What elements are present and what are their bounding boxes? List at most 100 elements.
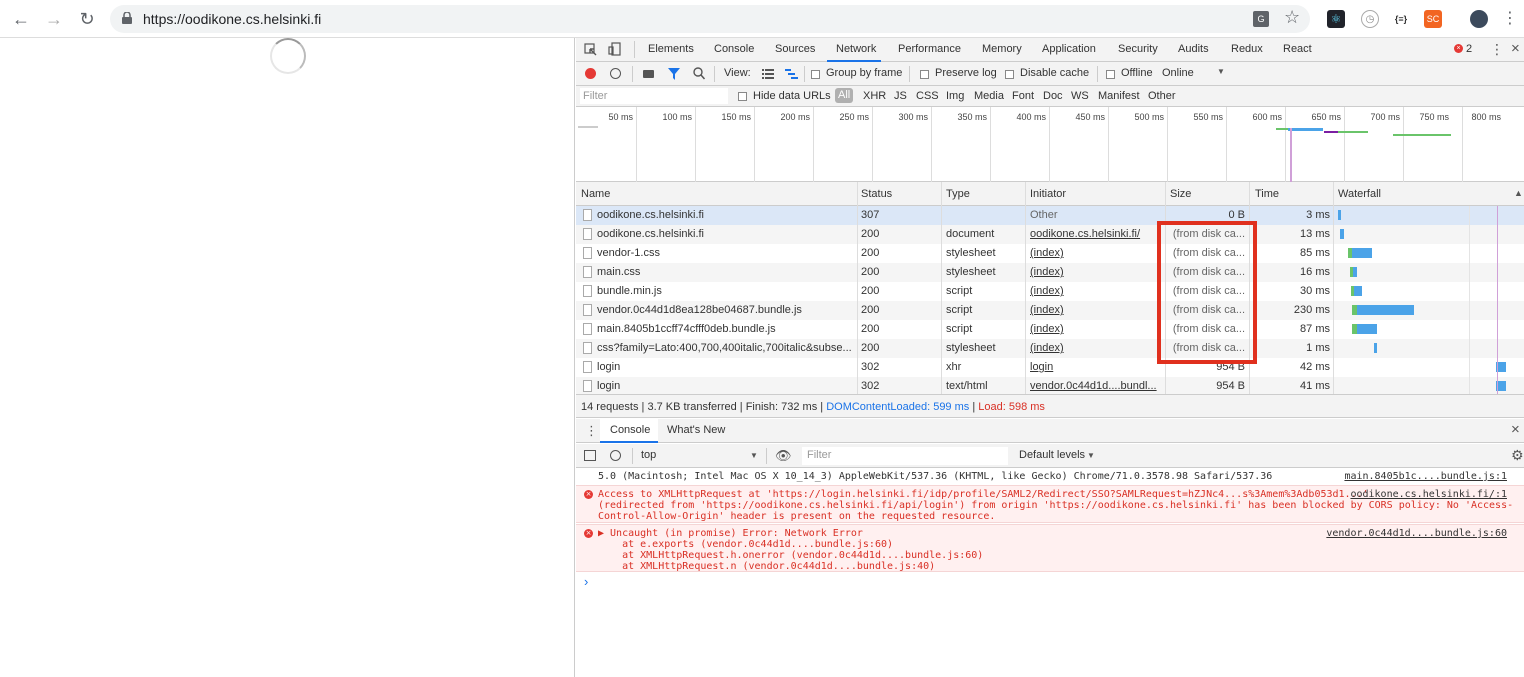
tab-console[interactable]: Console [714, 43, 754, 55]
tab-memory[interactable]: Memory [982, 43, 1022, 55]
table-row[interactable]: main.8405b1ccff74cfff0deb.bundle.js 200 sc… [576, 320, 1524, 339]
col-size[interactable]: Size [1170, 188, 1191, 200]
chevron-down-icon[interactable]: ▼ [750, 451, 758, 460]
camera-icon[interactable] [643, 70, 654, 78]
tab-sources[interactable]: Sources [775, 43, 815, 55]
type-filter-other[interactable]: Other [1148, 90, 1176, 102]
context-select[interactable]: top [641, 449, 656, 461]
cell-initiator[interactable]: (index) [1030, 323, 1162, 335]
tab-security[interactable]: Security [1118, 43, 1158, 55]
tab-redux[interactable]: Redux [1231, 43, 1263, 55]
cell-initiator[interactable]: vendor.0c44d1d....bundl... [1030, 380, 1162, 392]
forward-icon[interactable]: → [43, 8, 65, 30]
table-row[interactable]: css?family=Lato:400,700,400italic,700ita… [576, 339, 1524, 358]
react-icon[interactable]: ⚛ [1327, 10, 1345, 28]
console-text[interactable]: ▶ Uncaught (in promise) Error: Network E… [598, 528, 863, 539]
waterfall-view-icon[interactable] [785, 69, 798, 79]
col-time[interactable]: Time [1255, 188, 1279, 200]
close-drawer-icon[interactable]: × [1511, 421, 1520, 438]
tab-network[interactable]: Network [836, 43, 876, 55]
sort-up-icon[interactable]: ▲ [1514, 188, 1523, 198]
table-row[interactable]: main.css 200 stylesheet (index) (from disk c… [576, 263, 1524, 282]
tab-react[interactable]: React [1283, 43, 1312, 55]
menu-icon[interactable]: ⋮ [1499, 8, 1521, 30]
error-count[interactable]: 2 [1466, 43, 1472, 55]
filter-icon[interactable] [668, 68, 680, 80]
timer-icon[interactable]: ◷ [1361, 10, 1379, 28]
drawer-tab-whats-new[interactable]: What's New [667, 424, 725, 436]
table-row[interactable]: oodikone.cs.helsinki.fi 307 Other 0 B 3 ms [576, 206, 1524, 225]
close-devtools-icon[interactable]: × [1511, 40, 1520, 57]
col-status[interactable]: Status [861, 188, 892, 200]
console-prompt[interactable]: › [584, 574, 588, 589]
table-row[interactable]: vendor-1.css 200 stylesheet (index) (from di… [576, 244, 1524, 263]
throttle-select[interactable]: Online [1162, 67, 1194, 79]
log-levels-select[interactable]: Default levels [1019, 449, 1085, 461]
cell-initiator[interactable]: (index) [1030, 247, 1162, 259]
back-icon[interactable]: ← [10, 8, 32, 30]
clear-console-icon[interactable] [610, 450, 621, 461]
hide-data-urls-checkbox[interactable] [738, 92, 747, 101]
drawer-tab-console[interactable]: Console [610, 424, 650, 436]
disable-cache-checkbox[interactable] [1005, 70, 1014, 79]
table-row[interactable]: vendor.0c44d1d8ea128be04687.bundle.js 200… [576, 301, 1524, 320]
chevron-down-icon[interactable]: ▼ [1217, 67, 1225, 76]
cell-initiator[interactable]: (index) [1030, 342, 1162, 354]
offline-checkbox[interactable] [1106, 70, 1115, 79]
inspect-icon[interactable] [584, 43, 597, 56]
address-bar[interactable]: https://oodikone.cs.helsinki.fi G ☆ [110, 5, 1310, 33]
devtools-menu-icon[interactable]: ⋮ [1490, 41, 1504, 58]
eye-icon[interactable]: 👁 [775, 448, 792, 464]
translate-icon[interactable]: G [1253, 11, 1269, 27]
cell-initiator[interactable]: (index) [1030, 304, 1162, 316]
chevron-down-icon[interactable]: ▼ [1087, 451, 1095, 460]
tab-performance[interactable]: Performance [898, 43, 961, 55]
table-row[interactable]: oodikone.cs.helsinki.fi 200 document oodiko… [576, 225, 1524, 244]
console-filter-input[interactable]: Filter [807, 449, 831, 461]
star-icon[interactable]: ☆ [1284, 7, 1300, 28]
reload-icon[interactable]: ↻ [76, 8, 98, 30]
type-filter-ws[interactable]: WS [1071, 90, 1089, 102]
type-filter-doc[interactable]: Doc [1043, 90, 1063, 102]
record-icon[interactable] [585, 68, 596, 79]
type-filter-xhr[interactable]: XHR [863, 90, 886, 102]
table-row[interactable]: login 302 xhr login 954 B 42 ms [576, 358, 1524, 377]
console-settings-icon[interactable]: ⚙ [1511, 447, 1524, 464]
tab-elements[interactable]: Elements [648, 43, 694, 55]
large-rows-icon[interactable] [762, 69, 774, 79]
error-icon[interactable]: × [1454, 44, 1463, 53]
search-icon[interactable] [693, 67, 705, 80]
avatar[interactable] [1470, 10, 1488, 28]
type-filter-all[interactable]: All [835, 88, 854, 103]
type-filter-media[interactable]: Media [974, 90, 1004, 102]
cell-initiator[interactable]: login [1030, 361, 1162, 373]
cell-initiator[interactable]: (index) [1030, 266, 1162, 278]
type-filter-img[interactable]: Img [946, 90, 964, 102]
group-by-frame-checkbox[interactable] [811, 70, 820, 79]
type-filter-font[interactable]: Font [1012, 90, 1034, 102]
table-row[interactable]: bundle.min.js 200 script (index) (from disk … [576, 282, 1524, 301]
col-type[interactable]: Type [946, 188, 970, 200]
sidebar-toggle-icon[interactable] [584, 450, 596, 461]
col-waterfall[interactable]: Waterfall [1338, 188, 1381, 200]
json-icon[interactable]: {≡} [1392, 10, 1410, 28]
tab-application[interactable]: Application [1042, 43, 1096, 55]
drawer-menu-icon[interactable]: ⋮ [585, 423, 598, 439]
col-initiator[interactable]: Initiator [1030, 188, 1066, 200]
tab-audits[interactable]: Audits [1178, 43, 1209, 55]
source-link[interactable]: vendor.0c44d1d....bundle.js:60 [1326, 528, 1507, 539]
clear-icon[interactable] [610, 68, 621, 79]
type-filter-css[interactable]: CSS [916, 90, 939, 102]
sc-icon[interactable]: SC [1424, 10, 1442, 28]
cell-initiator[interactable]: (index) [1030, 285, 1162, 297]
filter-input[interactable]: Filter [580, 88, 728, 104]
url-text[interactable]: https://oodikone.cs.helsinki.fi [143, 11, 321, 27]
device-toolbar-icon[interactable] [608, 42, 621, 56]
preserve-log-checkbox[interactable] [920, 70, 929, 79]
source-link[interactable]: main.8405b1c....bundle.js:1 [1344, 471, 1507, 482]
col-name[interactable]: Name [581, 188, 610, 200]
source-link[interactable]: oodikone.cs.helsinki.fi/:1 [1350, 489, 1507, 500]
cell-initiator[interactable]: oodikone.cs.helsinki.fi/ [1030, 228, 1162, 240]
network-overview[interactable]: 50 ms 100 ms 150 ms 200 ms 250 ms 300 ms… [576, 107, 1524, 182]
type-filter-manifest[interactable]: Manifest [1098, 90, 1140, 102]
